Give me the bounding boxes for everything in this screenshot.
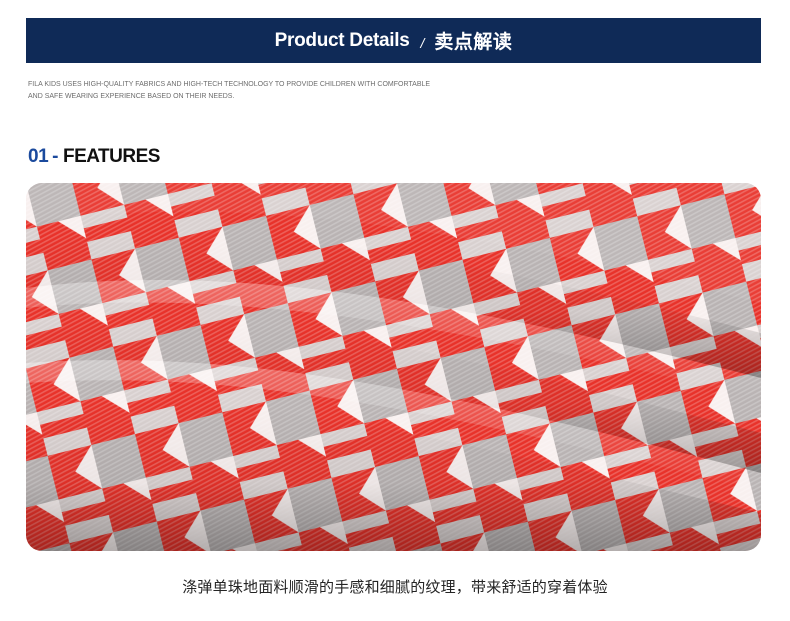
section-heading: 01 - FEATURES: [28, 146, 160, 168]
banner-title-cn: 卖点解读: [434, 32, 513, 53]
feature-caption: 涤弹单珠地面料顺滑的手感和细腻的纹理，带来舒适的穿着体验: [182, 579, 608, 596]
intro-line: FILA KIDS USES HIGH-QUALITY FABRICS AND …: [28, 81, 431, 88]
section-title: FEATURES: [62, 146, 160, 167]
banner-title-en: Product Details: [274, 29, 410, 51]
section-number: 01: [28, 146, 49, 167]
banner-separator: /: [420, 34, 425, 51]
intro-text: FILA KIDS USES HIGH-QUALITY FABRICS AND …: [28, 79, 528, 103]
fabric-photo: [26, 183, 761, 551]
header-banner: Product Details / 卖点解读: [26, 18, 761, 63]
intro-line: AND SAFE WEARING EXPERIENCE BASED ON THE…: [28, 93, 235, 100]
section-dash: -: [52, 146, 58, 167]
fabric-pattern-image: [26, 183, 761, 551]
